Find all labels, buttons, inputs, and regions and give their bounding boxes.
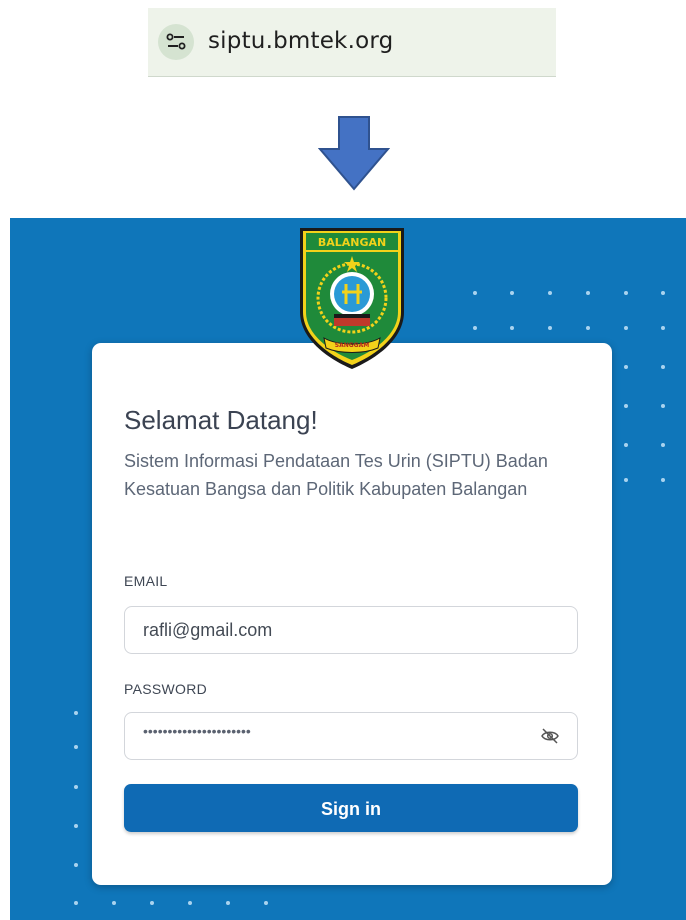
- decor-dot: [586, 326, 590, 330]
- decor-dot: [473, 326, 477, 330]
- decor-dot: [548, 326, 552, 330]
- decor-dot: [473, 291, 477, 295]
- down-arrow-icon: [318, 116, 390, 191]
- decor-dot: [624, 404, 628, 408]
- decor-dot: [112, 901, 116, 905]
- eye-off-icon[interactable]: [541, 728, 559, 744]
- sign-in-button[interactable]: Sign in: [124, 784, 578, 832]
- decor-dot: [74, 824, 78, 828]
- decor-dot: [661, 404, 665, 408]
- decor-dot: [548, 291, 552, 295]
- decor-dot: [510, 326, 514, 330]
- decor-dot: [624, 326, 628, 330]
- decor-dot: [74, 901, 78, 905]
- url-text[interactable]: siptu.bmtek.org: [208, 28, 393, 54]
- decor-dot: [74, 745, 78, 749]
- decor-dot: [624, 478, 628, 482]
- balangan-emblem-logo: BALANGAN SANGGAM: [300, 228, 404, 369]
- password-field[interactable]: ••••••••••••••••••••••: [124, 712, 578, 760]
- login-card: Selamat Datang! Sistem Informasi Pendata…: [92, 343, 612, 885]
- address-bar[interactable]: siptu.bmtek.org: [148, 8, 556, 77]
- app-description: Sistem Informasi Pendataan Tes Urin (SIP…: [124, 451, 548, 499]
- decor-dot: [661, 443, 665, 447]
- tune-icon[interactable]: [158, 24, 194, 60]
- decor-dot: [150, 901, 154, 905]
- decor-dot: [74, 785, 78, 789]
- svg-text:SANGGAM: SANGGAM: [335, 342, 369, 349]
- decor-dot: [188, 901, 192, 905]
- email-value[interactable]: rafli@gmail.com: [143, 620, 272, 641]
- decor-dot: [661, 326, 665, 330]
- decor-dot: [661, 365, 665, 369]
- decor-dot: [226, 901, 230, 905]
- decor-dot: [74, 863, 78, 867]
- svg-text:BALANGAN: BALANGAN: [318, 236, 386, 249]
- welcome-title: Selamat Datang!: [124, 405, 318, 435]
- decor-dot: [624, 365, 628, 369]
- decor-dot: [624, 291, 628, 295]
- decor-dot: [264, 901, 268, 905]
- password-label: PASSWORD: [124, 681, 208, 697]
- decor-dot: [661, 291, 665, 295]
- email-field[interactable]: rafli@gmail.com: [124, 606, 578, 654]
- decor-dot: [74, 711, 78, 715]
- password-value[interactable]: ••••••••••••••••••••••: [143, 723, 251, 739]
- decor-dot: [510, 291, 514, 295]
- decor-dot: [661, 478, 665, 482]
- email-label: EMAIL: [124, 573, 168, 589]
- decor-dot: [624, 443, 628, 447]
- decor-dot: [586, 291, 590, 295]
